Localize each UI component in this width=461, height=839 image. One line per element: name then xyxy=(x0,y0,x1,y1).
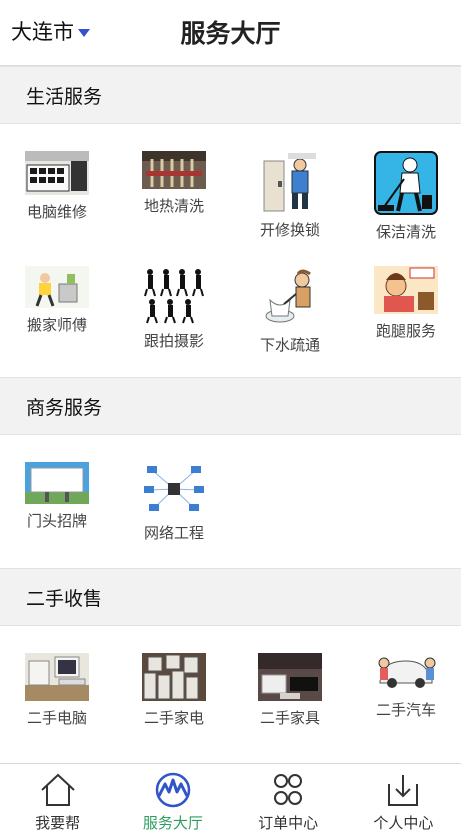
service-cleaning[interactable]: 保洁清洗 xyxy=(360,151,452,242)
section-header-secondhand: 二手收售 xyxy=(0,568,461,626)
service-label: 搬家师傅 xyxy=(26,316,87,334)
section-title: 生活服务 xyxy=(26,85,103,108)
service-network[interactable]: 网络工程 xyxy=(128,462,220,543)
nav-item-orders[interactable]: 订单中心 xyxy=(231,764,346,839)
service-floor-heating[interactable]: 地热清洗 xyxy=(128,151,220,216)
used-car-icon xyxy=(374,653,438,693)
service-label: 跟拍摄影 xyxy=(143,332,204,350)
service-label: 跑腿服务 xyxy=(375,322,436,340)
service-label: 二手电脑 xyxy=(26,709,87,727)
section-grid-business: 门头招牌 网络工程 xyxy=(0,435,461,568)
nav-label: 服务大厅 xyxy=(142,814,203,832)
service-label: 下水疏通 xyxy=(259,336,320,354)
network-icon xyxy=(142,462,206,516)
service-list[interactable]: 生活服务 电脑维修 地热清洗 开修换锁 保洁清洗 搬家师傅 跟拍摄影 下水疏通 … xyxy=(0,66,461,763)
nav-label: 个人中心 xyxy=(373,814,434,832)
section-title: 二手收售 xyxy=(26,587,103,610)
bottom-nav: 我要帮 服务大厅 订单中心 个人中心 xyxy=(0,763,461,839)
signboard-icon xyxy=(25,462,89,504)
nav-label: 我要帮 xyxy=(35,814,81,832)
download-icon xyxy=(388,775,419,806)
nav-label: 订单中心 xyxy=(258,814,319,832)
service-used-car[interactable]: 二手汽车 xyxy=(360,653,452,720)
section-title: 商务服务 xyxy=(26,396,103,419)
service-used-furniture[interactable]: 二手家具 xyxy=(244,653,336,728)
cleaning-icon xyxy=(374,151,438,215)
nav-item-profile[interactable]: 个人中心 xyxy=(346,764,461,839)
service-label: 电脑维修 xyxy=(26,203,87,221)
moving-icon xyxy=(25,266,89,308)
section-grid-life: 电脑维修 地热清洗 开修换锁 保洁清洗 搬家师傅 跟拍摄影 下水疏通 跑腿服务 xyxy=(0,124,461,377)
section-header-business: 商务服务 xyxy=(0,377,461,435)
service-photography[interactable]: 跟拍摄影 xyxy=(128,266,220,351)
home-icon xyxy=(40,773,75,806)
service-label: 保洁清洗 xyxy=(375,223,436,241)
nav-item-service-hall[interactable]: 服务大厅 xyxy=(115,764,230,839)
section-header-life: 生活服务 xyxy=(0,66,461,124)
service-computer-repair[interactable]: 电脑维修 xyxy=(11,151,103,222)
locksmith-icon xyxy=(258,151,322,213)
used-computer-icon xyxy=(25,653,89,701)
service-label: 地热清洗 xyxy=(143,197,204,215)
service-hall-icon xyxy=(155,772,191,808)
service-label: 门头招牌 xyxy=(26,512,87,530)
service-label: 二手家具 xyxy=(259,709,320,727)
service-signboard[interactable]: 门头招牌 xyxy=(11,462,103,531)
service-errand[interactable]: 跑腿服务 xyxy=(360,266,452,341)
used-appliance-icon xyxy=(142,653,206,701)
nav-item-help[interactable]: 我要帮 xyxy=(0,764,115,839)
computer-repair-icon xyxy=(25,151,89,195)
page-title: 服务大厅 xyxy=(180,19,281,48)
used-furniture-icon xyxy=(258,653,322,701)
top-bar: 大连市 服务大厅 xyxy=(0,0,461,66)
service-drain[interactable]: 下水疏通 xyxy=(244,266,336,355)
service-label: 二手汽车 xyxy=(375,701,436,719)
section-grid-secondhand: 二手电脑 二手家电 二手家具 二手汽车 xyxy=(0,626,461,763)
service-label: 网络工程 xyxy=(143,524,204,542)
service-label: 开修换锁 xyxy=(259,221,320,239)
service-used-appliance[interactable]: 二手家电 xyxy=(128,653,220,728)
service-used-computer[interactable]: 二手电脑 xyxy=(11,653,103,728)
floor-heating-icon xyxy=(142,151,206,189)
service-moving[interactable]: 搬家师傅 xyxy=(11,266,103,335)
photography-icon xyxy=(142,266,206,324)
service-label: 二手家电 xyxy=(143,709,204,727)
errand-icon xyxy=(374,266,438,314)
drain-icon xyxy=(258,266,322,328)
service-locksmith[interactable]: 开修换锁 xyxy=(244,151,336,240)
grid-icon xyxy=(274,774,303,805)
